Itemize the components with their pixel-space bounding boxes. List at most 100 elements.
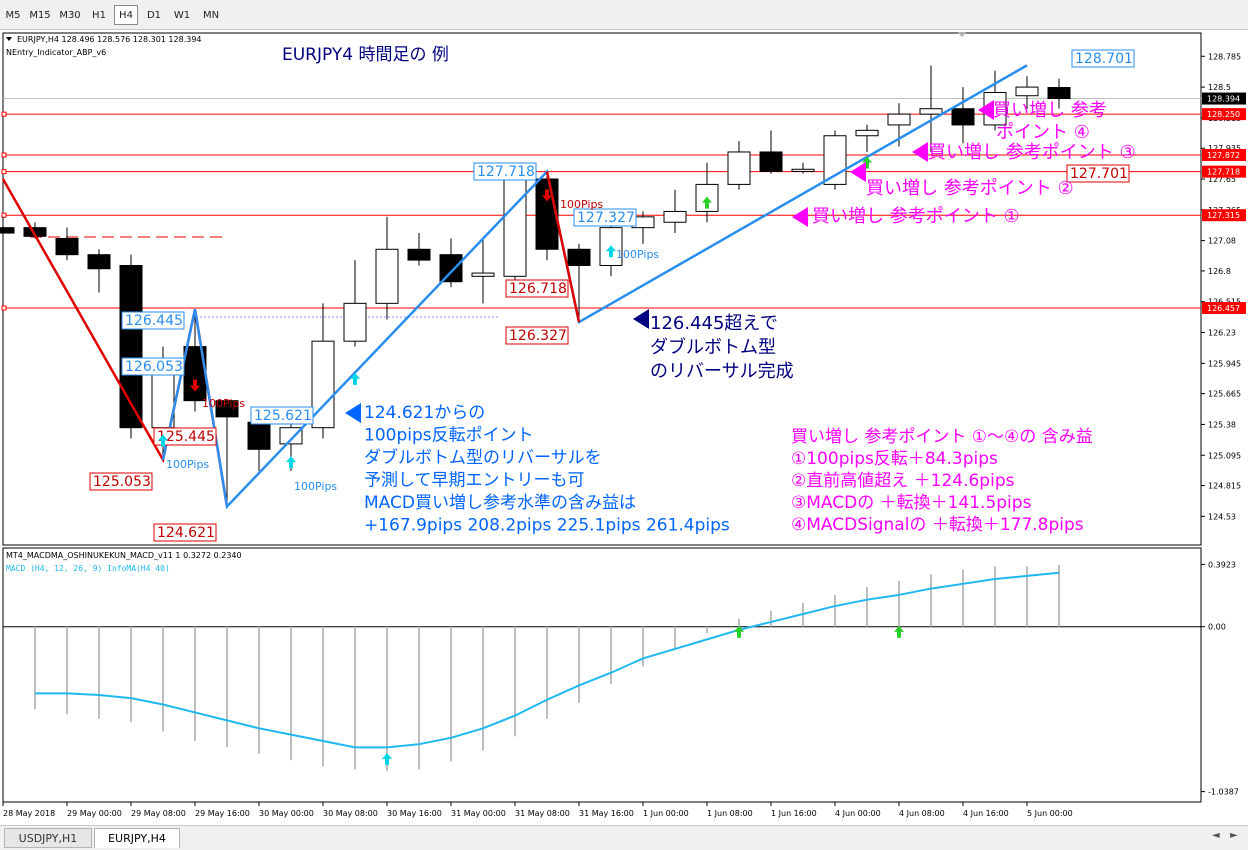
timeframe-button-h1[interactable]: H1	[88, 5, 110, 25]
price-axis-label: 126.8	[1208, 267, 1231, 276]
timeframe-button-w1[interactable]: W1	[170, 5, 194, 25]
price-label-text: 127.701	[1070, 166, 1128, 182]
annotation-text: 124.621からの	[364, 403, 485, 423]
annotation-text: 買い増し 参考ポイント ②	[866, 178, 1074, 199]
price-label-text: 125.445	[157, 429, 215, 445]
price-axis-label: 125.665	[1208, 390, 1241, 399]
time-axis-label: 29 May 08:00	[131, 809, 186, 818]
time-axis-label: 4 Jun 08:00	[899, 809, 945, 818]
price-label-text: 126.445	[125, 313, 183, 329]
tab-scroll-left-icon[interactable]: ◄	[1212, 830, 1220, 841]
symbol-line: EURJPY,H4 128.496 128.576 128.301 128.39…	[17, 35, 202, 44]
level-handle[interactable]	[1, 305, 7, 311]
candle-body	[471, 272, 495, 277]
tab-scroll-right-icon[interactable]: ►	[1230, 830, 1238, 841]
price-axis-label: 125.38	[1208, 420, 1236, 429]
time-axis-label: 28 May 2018	[3, 809, 55, 818]
annotation-text: 買い増し 参考	[993, 100, 1107, 121]
pips-label: 100Pips	[202, 397, 245, 410]
macd-panel-frame	[2, 547, 1202, 803]
candle-body	[567, 248, 591, 266]
macd-axis-label: 0.3923	[1208, 560, 1236, 569]
price-axis-label: 125.095	[1208, 451, 1241, 460]
candle-body	[887, 113, 911, 126]
candle-body	[247, 421, 271, 450]
time-axis-label: 29 May 00:00	[67, 809, 122, 818]
candle-body	[727, 151, 751, 185]
pips-label: 100Pips	[166, 458, 209, 471]
price-label-text: 128.701	[1075, 51, 1133, 67]
chart-svg: EURJPY,H4 128.496 128.576 128.301 128.39…	[0, 32, 1246, 818]
candle-body	[663, 210, 687, 223]
candle-body	[823, 135, 847, 185]
time-axis-label: 4 Jun 00:00	[835, 809, 881, 818]
time-axis-label: 31 May 08:00	[515, 809, 570, 818]
price-label-text: 125.053	[93, 474, 151, 490]
annotation-text: 買い増し 参考ポイント ③	[928, 142, 1136, 163]
price-axis-label: 124.53	[1208, 512, 1236, 521]
level-price-tag-text: 127.315	[1207, 211, 1240, 220]
price-label-text: 126.327	[509, 328, 567, 344]
pips-label: 100Pips	[560, 198, 603, 211]
chart-area: EURJPY,H4 128.496 128.576 128.301 128.39…	[0, 30, 1248, 825]
annotation-text: ④MACDSignalの ＋転換＋177.8pips	[791, 515, 1084, 535]
pips-label: 100Pips	[616, 248, 659, 261]
candle-body	[791, 168, 815, 172]
annotation-text: のリバーサル完成	[650, 361, 794, 382]
time-axis-label: 1 Jun 08:00	[707, 809, 753, 818]
level-handle[interactable]	[1, 152, 7, 158]
level-price-tag-text: 127.872	[1207, 151, 1240, 160]
price-label-text: 126.053	[125, 359, 183, 375]
price-label-text: 126.718	[509, 281, 567, 297]
chart-tabs-bar: USDJPY,H1 EURJPY,H4 ◄ ►	[0, 825, 1248, 850]
price-axis-label: 125.945	[1208, 359, 1241, 368]
chart-tab-eurjpy-h4[interactable]: EURJPY,H4	[94, 828, 180, 848]
annotation-text: 買い増し 参考ポイント ①	[812, 206, 1020, 227]
macd-axis-label: -1.0387	[1208, 788, 1239, 797]
candle-body	[503, 178, 527, 277]
candle-body	[407, 248, 431, 261]
annotation-text: ③MACDの ＋転換＋141.5pips	[791, 493, 1032, 513]
time-axis-label: 31 May 00:00	[451, 809, 506, 818]
candle-body	[0, 227, 15, 234]
time-axis-label: 5 Jun 00:00	[1027, 809, 1073, 818]
chart-title: EURJPY4 時間足の 例	[282, 45, 449, 65]
level-price-tag-text: 128.250	[1207, 110, 1240, 119]
pips-label: 100Pips	[294, 480, 337, 493]
timeframe-button-d1[interactable]: D1	[142, 5, 166, 25]
candle-body	[1047, 87, 1071, 100]
level-handle[interactable]	[1, 169, 7, 175]
price-axis-label: 126.23	[1208, 329, 1236, 338]
timeframe-button-h4[interactable]: H4	[114, 5, 138, 25]
candle-body	[439, 254, 463, 283]
time-axis-label: 30 May 00:00	[259, 809, 314, 818]
annotation-text: +167.9pips 208.2pips 225.1pips 261.4pips	[364, 516, 730, 536]
annotation-text: ②直前高値超え ＋124.6pips	[791, 471, 1015, 491]
annotation-text: ①100pips反転＋84.3pips	[791, 449, 998, 469]
price-label-text: 125.621	[254, 408, 312, 424]
level-handle[interactable]	[1, 111, 7, 117]
candle-body	[1015, 86, 1039, 97]
level-price-tag-text: 127.718	[1207, 168, 1240, 177]
candle-body	[951, 108, 975, 126]
time-axis-label: 29 May 16:00	[195, 809, 250, 818]
price-axis-label: 127.08	[1208, 237, 1236, 246]
candle-body	[855, 129, 879, 137]
timeframe-button-mn[interactable]: MN	[198, 5, 224, 25]
chart-tab-usdjpy-h1[interactable]: USDJPY,H1	[4, 828, 92, 848]
timeframe-button-m15[interactable]: M15	[28, 5, 52, 25]
indicator-name: NEntry_Indicator_ABP_v6	[6, 48, 106, 57]
price-axis-label: 128.785	[1208, 52, 1241, 61]
candle-body	[343, 302, 367, 342]
time-axis-label: 4 Jun 16:00	[963, 809, 1009, 818]
timeframe-button-m5[interactable]: M5	[2, 5, 24, 25]
macd-indicator-line1: MT4_MACDMA_OSHINUKEKUN_MACD_v11 1 0.3272…	[6, 551, 242, 560]
timeframe-button-m30[interactable]: M30	[56, 5, 84, 25]
level-handle[interactable]	[1, 212, 7, 218]
price-label-text: 124.621	[157, 525, 215, 541]
time-axis-label: 1 Jun 16:00	[771, 809, 817, 818]
price-axis-label: 124.815	[1208, 482, 1241, 491]
annotation-text: ダブルボトム型のリバーサルを	[364, 447, 602, 468]
macd-axis-label: 0.00	[1208, 623, 1226, 632]
annotation-text: 100pips反転ポイント	[364, 426, 534, 446]
